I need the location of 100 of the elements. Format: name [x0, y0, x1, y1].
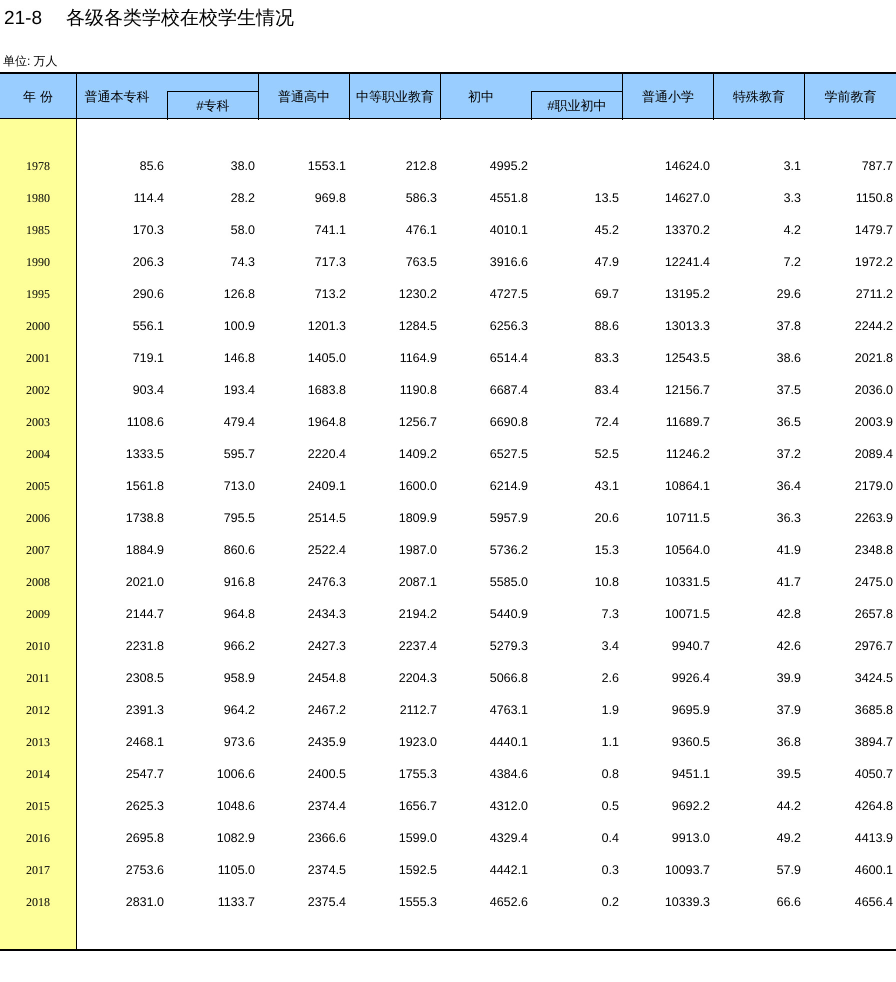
table-cell: 1105.0 — [218, 862, 255, 877]
table-cell: 4264.8 — [854, 798, 893, 813]
table-cell: 1987.0 — [398, 542, 437, 557]
table-cell: 114.4 — [134, 190, 164, 205]
table-cell: 860.6 — [224, 542, 255, 557]
table-cell: 2476.3 — [308, 574, 346, 589]
table-cell: 2204.3 — [398, 670, 437, 685]
table-cell: 1006.6 — [216, 766, 255, 781]
table-cell: 717.3 — [314, 254, 346, 269]
table-cell: 1561.8 — [126, 478, 164, 493]
table-cell: 57.9 — [776, 862, 801, 877]
table-cell: 1082.9 — [216, 830, 255, 845]
table-cell: 20.6 — [594, 510, 619, 525]
table-cell: 45.2 — [594, 222, 619, 237]
table-cell: 10093.7 — [664, 862, 710, 877]
table-cell: 2434.3 — [308, 606, 346, 621]
table-cell: 14627.0 — [664, 190, 710, 205]
table-cell: 1923.0 — [398, 734, 437, 749]
table-cell: 12156.7 — [664, 382, 710, 397]
table-cell: 12241.4 — [664, 254, 710, 269]
table-cell: 966.2 — [224, 638, 255, 653]
table-cell: 10564.0 — [664, 542, 710, 557]
table-cell: 6256.3 — [490, 318, 528, 333]
table-cell: 49.2 — [776, 830, 801, 845]
table-cell: 7.2 — [784, 254, 801, 269]
table-cell: 1.1 — [602, 734, 619, 749]
table-cell: 2021.0 — [126, 574, 164, 589]
table-cell: 10864.1 — [664, 478, 710, 493]
table-cell: 2657.8 — [854, 606, 893, 621]
year-cell: 2008 — [26, 575, 50, 589]
table-cell: 2348.8 — [854, 542, 893, 557]
table-cell: 37.5 — [776, 382, 801, 397]
table-cell: 1230.2 — [398, 286, 437, 301]
table-cell: 9692.2 — [672, 798, 710, 813]
table-cell: 713.2 — [314, 286, 346, 301]
table-cell: 2220.4 — [308, 446, 346, 461]
table-cell: 476.1 — [406, 222, 437, 237]
table-cell: 52.5 — [594, 446, 619, 461]
table-cell: 9695.9 — [672, 702, 710, 717]
table-cell: 2400.5 — [308, 766, 346, 781]
table-cell: 85.6 — [140, 158, 164, 173]
table-cell: 212.8 — [406, 158, 437, 173]
table-cell: 2112.7 — [400, 702, 437, 717]
table-cell: 2231.8 — [126, 638, 164, 653]
table-cell: 37.9 — [776, 702, 801, 717]
table-cell: 1256.7 — [398, 414, 437, 429]
table-cell: 9360.5 — [672, 734, 710, 749]
table-cell: 1884.9 — [126, 542, 164, 557]
table-cell: 4727.5 — [490, 286, 528, 301]
table-cell: 4656.4 — [854, 894, 893, 909]
table-cell: 10711.5 — [666, 510, 710, 525]
year-cell: 2009 — [26, 607, 50, 621]
table-cell: 2753.6 — [126, 862, 164, 877]
table-cell: 39.5 — [776, 766, 801, 781]
table-cell: 2475.0 — [854, 574, 893, 589]
table-cell: 795.5 — [224, 510, 255, 525]
table-cell: 1592.5 — [398, 862, 437, 877]
table-cell: 973.6 — [224, 734, 255, 749]
table-cell: 3894.7 — [854, 734, 893, 749]
year-cell: 2011 — [26, 671, 50, 685]
table-cell: 4010.1 — [490, 222, 528, 237]
year-cell: 1978 — [26, 159, 50, 173]
table-cell: 12543.5 — [664, 350, 710, 365]
table-cell: 556.1 — [132, 318, 164, 333]
table-cell: 2244.2 — [854, 318, 893, 333]
table-cell: 38.6 — [776, 350, 801, 365]
year-cell: 2018 — [26, 895, 50, 909]
table-cell: 6527.5 — [490, 446, 528, 461]
table-cell: 146.8 — [224, 350, 255, 365]
table-cell: 4995.2 — [490, 158, 528, 173]
table-cell: 1.9 — [602, 702, 619, 717]
table-cell: 1755.3 — [398, 766, 437, 781]
table-cell: 1553.1 — [308, 158, 346, 173]
table-cell: 4442.1 — [490, 862, 528, 877]
table-cell: 958.9 — [224, 670, 255, 685]
table-cell: 4652.6 — [490, 894, 528, 909]
table-cell: 2391.3 — [126, 702, 164, 717]
table-cell: 6690.8 — [490, 414, 528, 429]
table-cell: 7.3 — [602, 606, 619, 621]
table-cell: 2036.0 — [854, 382, 893, 397]
table-cell: 3.1 — [784, 158, 801, 173]
table-cell: 713.0 — [224, 478, 255, 493]
table-cell: 2144.7 — [126, 606, 164, 621]
table-cell: 2976.7 — [854, 638, 893, 653]
table-cell: 5957.9 — [490, 510, 528, 525]
table-cell: 193.4 — [224, 382, 255, 397]
table-cell: 83.4 — [594, 382, 619, 397]
year-cell: 2002 — [26, 383, 50, 397]
table-cell: 903.4 — [132, 382, 164, 397]
year-cell: 2007 — [26, 543, 50, 557]
table-cell: 100.9 — [224, 318, 255, 333]
table-cell: 37.2 — [776, 446, 801, 461]
table-cell: 2374.4 — [308, 798, 346, 813]
table-cell: 1479.7 — [854, 222, 893, 237]
table-cell: 2695.8 — [126, 830, 164, 845]
table-cell: 9926.4 — [672, 670, 710, 685]
table-cell: 1972.2 — [854, 254, 893, 269]
table-cell: 11689.7 — [666, 414, 710, 429]
table-cell: 6687.4 — [490, 382, 528, 397]
year-cell: 2017 — [26, 863, 50, 877]
